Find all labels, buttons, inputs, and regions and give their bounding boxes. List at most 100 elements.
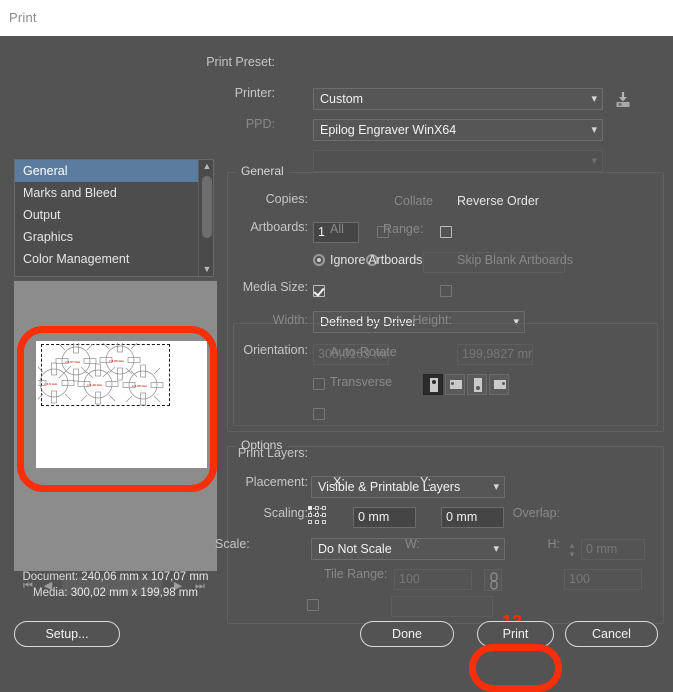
media-size-label-field: Media Size:	[208, 277, 308, 297]
auto-rotate-checkbox	[313, 378, 325, 390]
artwork-label: r=1,55 mm	[132, 384, 147, 388]
print-button-highlight-ring	[469, 644, 562, 692]
done-button[interactable]: Done	[360, 621, 454, 647]
document-size-label: Document:	[22, 571, 78, 583]
sidebar-item-color-management[interactable]: Color Management	[15, 248, 213, 270]
sidebar-item-label: Graphics	[23, 230, 73, 244]
scale-h-label: H:	[500, 534, 560, 554]
scale-w-input: 100	[394, 569, 472, 590]
chevron-down-icon: ▾	[591, 89, 597, 110]
chevron-down-icon: ▾	[493, 539, 499, 560]
printer-label: Printer:	[150, 83, 275, 103]
chain-link-icon[interactable]	[484, 569, 502, 591]
general-panel-legend: General	[236, 164, 289, 178]
collate-label: Collate	[394, 191, 454, 211]
auto-rotate-label: Auto-Rotate	[330, 342, 420, 362]
save-preset-icon[interactable]	[613, 90, 633, 110]
chevron-down-icon: ▾	[591, 120, 597, 141]
placement-x-label: X:	[333, 472, 349, 492]
preview-artwork	[38, 343, 178, 407]
skip-blank-artboards-label: Skip Blank Artboards	[457, 250, 607, 270]
orientation-portrait-up-button[interactable]	[423, 374, 443, 395]
scroll-up-icon[interactable]: ▲	[199, 160, 214, 173]
printer-select[interactable]: Epilog Engraver WinX64 ▾	[313, 119, 603, 141]
artwork-label: r=1,55 mm	[109, 359, 124, 363]
overlap-input: 0 mm	[581, 539, 645, 560]
placement-y-label: Y:	[420, 472, 436, 492]
transverse-checkbox	[313, 408, 325, 420]
skip-blank-artboards-checkbox	[440, 285, 452, 297]
preview-paper: r=1,57 mm r=1,55 mm r=1,5 mm r=1,49 mm r…	[36, 341, 207, 468]
overlap-value: 0 mm	[586, 542, 617, 556]
overlap-label: Overlap:	[500, 503, 560, 523]
placement-y-input[interactable]: 0 mm	[441, 507, 504, 528]
scale-w-label: W:	[370, 534, 420, 554]
artwork-label: r=1,49 mm	[87, 383, 102, 387]
placement-x-value: 0 mm	[358, 510, 389, 524]
media-size-info: Media: 300,02 mm x 199,98 mm	[14, 587, 217, 599]
transverse-label: Transverse	[330, 372, 420, 392]
sidebar-item-label: Output	[23, 208, 61, 222]
print-button[interactable]: Print	[477, 621, 554, 647]
height-label: Height:	[390, 310, 452, 330]
print-dialog: Print Preset: Custom ▾ Printer: Epilog E…	[0, 36, 673, 669]
print-preset-label: Print Preset:	[150, 52, 275, 72]
width-label: Width:	[222, 310, 308, 330]
orientation-button-group[interactable]	[423, 374, 509, 395]
sidebar-item-label: Marks and Bleed	[23, 186, 117, 200]
overlap-stepper: ▲▼	[566, 541, 578, 561]
reverse-order-label: Reverse Order	[457, 191, 567, 211]
ppd-select: ▾	[313, 150, 603, 172]
sidebar-item-output[interactable]: Output	[15, 204, 213, 226]
placement-y-value: 0 mm	[446, 510, 477, 524]
chevron-down-icon: ▾	[493, 477, 499, 498]
copies-label: Copies:	[208, 189, 308, 209]
orientation-portrait-down-button[interactable]	[467, 374, 487, 395]
document-size-info: Document: 240,06 mm x 107,07 mm	[14, 571, 217, 583]
scroll-down-icon[interactable]: ▼	[199, 263, 214, 276]
placement-x-input[interactable]: 0 mm	[353, 507, 416, 528]
artboards-label: Artboards:	[208, 217, 308, 237]
chevron-down-icon: ▾	[591, 151, 597, 172]
artboards-all-radio[interactable]	[313, 254, 325, 266]
ignore-artboards-checkbox[interactable]	[313, 285, 325, 297]
sidebar-item-graphics[interactable]: Graphics	[15, 226, 213, 248]
window-title-bar: Print	[0, 0, 673, 36]
scale-h-input: 100	[564, 569, 642, 590]
tile-range-input	[391, 596, 493, 617]
media-size-value: 300,02 mm x 199,98 mm	[71, 587, 198, 599]
print-preset-select[interactable]: Custom ▾	[313, 88, 603, 110]
copies-value: 1	[318, 225, 325, 239]
scale-h-value: 100	[569, 572, 590, 586]
tile-range-checkbox	[307, 599, 319, 611]
printer-value: Epilog Engraver WinX64	[320, 123, 456, 137]
category-list[interactable]: General Marks and Bleed Output Graphics …	[14, 159, 214, 277]
orientation-landscape-right-button[interactable]	[489, 374, 509, 395]
window-title: Print	[9, 10, 37, 25]
sidebar-item-label: Color Management	[23, 252, 129, 266]
artboards-all-label: All	[330, 219, 370, 239]
setup-button[interactable]: Setup...	[14, 621, 120, 647]
artwork-label: r=1,5 mm	[44, 382, 57, 386]
media-size-label: Media:	[33, 587, 68, 599]
height-input: 199,9827 mr	[457, 344, 533, 365]
artwork-label: r=1,57 mm	[65, 360, 80, 364]
artboards-range-label: Range:	[383, 219, 443, 239]
orientation-label: Orientation:	[208, 340, 308, 360]
ppd-label: PPD:	[150, 114, 275, 134]
print-preview[interactable]: r=1,57 mm r=1,55 mm r=1,5 mm r=1,49 mm r…	[14, 281, 217, 571]
height-value: 199,9827 mr	[462, 347, 532, 361]
sidebar-item-label: General	[23, 164, 67, 178]
scaling-label: Scaling:	[215, 503, 308, 523]
sidebar-item-marks-and-bleed[interactable]: Marks and Bleed	[15, 182, 213, 204]
document-size-value: 240,06 mm x 107,07 mm	[81, 571, 208, 583]
ignore-artboards-label: Ignore Artboards	[330, 250, 460, 270]
print-layers-label: Print Layers:	[215, 443, 308, 463]
cancel-button[interactable]: Cancel	[565, 621, 658, 647]
tile-range-label: Tile Range:	[324, 564, 404, 584]
sidebar-item-general[interactable]: General	[15, 160, 213, 182]
scale-label: Scale:	[215, 534, 267, 554]
placement-anchor-grid-icon[interactable]	[308, 506, 327, 525]
print-preset-value: Custom	[320, 92, 363, 106]
orientation-landscape-left-button[interactable]	[445, 374, 465, 395]
